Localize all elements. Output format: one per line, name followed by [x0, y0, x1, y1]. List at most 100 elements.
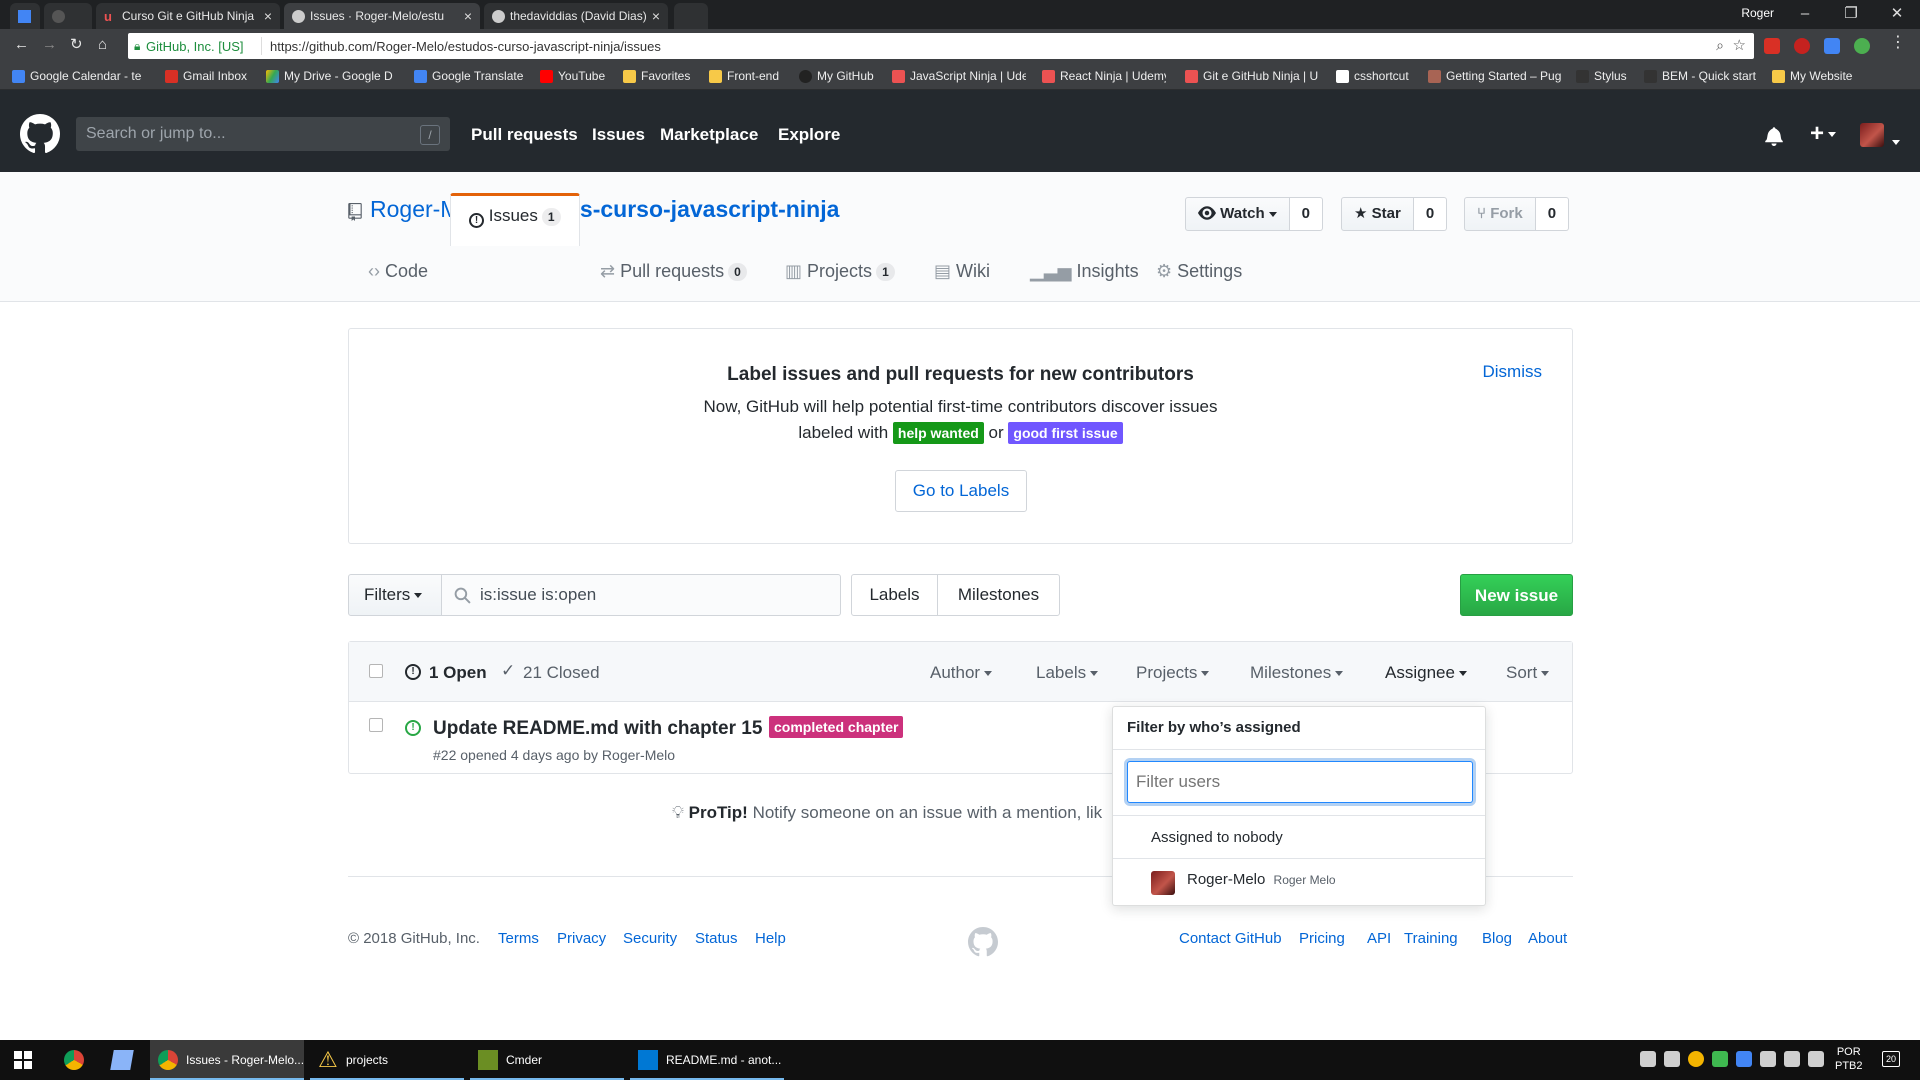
browser-tab-udemy[interactable]: u Curso Git e GitHub Ninja × — [96, 3, 280, 29]
footer-link-about[interactable]: About — [1528, 930, 1567, 947]
close-icon[interactable]: × — [652, 3, 660, 29]
forward-icon[interactable]: → — [42, 37, 57, 53]
tab-wiki[interactable]: ▤ Wiki — [934, 250, 990, 302]
extension-icon[interactable] — [1854, 38, 1870, 54]
window-close-icon[interactable]: ✕ — [1874, 2, 1920, 26]
translate-extension-icon[interactable] — [1824, 38, 1840, 54]
browser-tab-calendar[interactable] — [10, 3, 40, 29]
labels-button[interactable]: Labels — [851, 574, 938, 616]
tab-projects[interactable]: ▥ Projects 1 — [785, 250, 895, 302]
home-icon[interactable]: ⌂ — [98, 37, 107, 53]
github-logo-icon[interactable] — [20, 114, 60, 154]
gmail-extension-icon[interactable] — [1764, 38, 1780, 54]
cloud-icon[interactable] — [1640, 1051, 1656, 1067]
milestones-button[interactable]: Milestones — [937, 574, 1060, 616]
bookmark-youtube[interactable]: YouTube — [540, 69, 620, 83]
bookmark-javascript-ninja[interactable]: JavaScript Ninja | Ude — [892, 69, 1026, 83]
filter-users-input[interactable] — [1127, 761, 1473, 803]
bookmark-gmail[interactable]: Gmail Inbox — [165, 69, 255, 83]
browser-tab-thedaviddias[interactable]: thedaviddias (David Dias) × — [484, 3, 668, 29]
chrome-menu-icon[interactable]: ⋮ — [1890, 35, 1906, 51]
taskbar-app-chrome[interactable]: Issues - Roger-Melo... — [150, 1040, 304, 1080]
search-input[interactable]: Search or jump to... / — [76, 117, 450, 151]
volume-icon[interactable] — [1808, 1051, 1824, 1067]
labels-filter-dropdown[interactable]: Labels — [1036, 663, 1099, 683]
shield-icon[interactable] — [1712, 1051, 1728, 1067]
footer-link-blog[interactable]: Blog — [1482, 930, 1512, 947]
watch-count[interactable]: 0 — [1289, 197, 1323, 231]
footer-link-terms[interactable]: Terms — [498, 930, 539, 947]
go-to-labels-button[interactable]: Go to Labels — [895, 470, 1027, 512]
zoom-icon[interactable]: ⌕ — [1716, 37, 1724, 54]
action-center-icon[interactable]: 20 — [1882, 1051, 1900, 1067]
author-filter-dropdown[interactable]: Author — [930, 663, 993, 683]
chrome-icon[interactable] — [64, 1050, 84, 1070]
notifications-bell-icon[interactable] — [1765, 126, 1783, 146]
watch-button[interactable]: Watch — [1185, 197, 1290, 231]
url-text[interactable]: https://github.com/Roger-Melo/estudos-cu… — [270, 39, 661, 54]
bookmark-folder-favorites[interactable]: Favorites — [623, 69, 697, 83]
nav-marketplace[interactable]: Marketplace — [660, 125, 758, 145]
star-button[interactable]: ★ Star — [1341, 197, 1414, 231]
help-wanted-label[interactable]: help wanted — [892, 422, 984, 444]
bookmark-stylus[interactable]: Stylus — [1576, 69, 1644, 83]
assignee-option-roger-melo[interactable]: Roger-Melo Roger Melo — [1113, 859, 1485, 905]
github-mark-icon[interactable] — [968, 927, 998, 957]
footer-link-api[interactable]: API — [1367, 930, 1391, 947]
fork-button[interactable]: ⑂ Fork — [1464, 197, 1536, 231]
issue-checkbox[interactable] — [369, 718, 383, 732]
bookmark-pug[interactable]: Getting Started – Pug — [1428, 69, 1562, 83]
open-issues-count[interactable]: 1 Open — [429, 663, 487, 683]
nav-issues[interactable]: Issues — [592, 125, 645, 145]
caret-down-icon[interactable] — [1888, 134, 1900, 152]
language-indicator[interactable]: POR PTB2 — [1835, 1045, 1863, 1073]
close-icon[interactable]: × — [264, 3, 272, 29]
address-bar[interactable]: 🔒︎ GitHub, Inc. [US] https://github.com/… — [128, 33, 1754, 59]
footer-link-contact[interactable]: Contact GitHub — [1179, 930, 1282, 947]
star-count[interactable]: 0 — [1413, 197, 1448, 231]
select-all-checkbox[interactable] — [369, 664, 383, 678]
user-avatar[interactable] — [1860, 123, 1884, 147]
security-indicator[interactable]: GitHub, Inc. [US] — [146, 39, 244, 54]
tab-code[interactable]: ‹› Code — [368, 250, 428, 302]
sort-dropdown[interactable]: Sort — [1506, 663, 1550, 683]
notepad-icon[interactable] — [110, 1050, 134, 1070]
good-first-issue-label[interactable]: good first issue — [1008, 422, 1123, 444]
bookmark-git-github-ninja[interactable]: Git e GitHub Ninja | U — [1185, 69, 1319, 83]
minimize-icon[interactable]: – — [1782, 2, 1828, 26]
tab-settings[interactable]: ⚙ Settings — [1156, 250, 1242, 302]
tab-issues[interactable]: ! Issues 1 — [450, 193, 580, 246]
bookmark-star-icon[interactable]: ☆ — [1733, 36, 1746, 54]
footer-link-help[interactable]: Help — [755, 930, 786, 947]
restore-icon[interactable]: ❐ — [1828, 2, 1874, 26]
filters-dropdown-button[interactable]: Filters — [348, 574, 442, 616]
bookmark-my-github[interactable]: My GitHub — [799, 69, 879, 83]
bookmark-folder-frontend[interactable]: Front-end — [709, 69, 789, 83]
footer-link-status[interactable]: Status — [695, 930, 738, 947]
app-tray-icon[interactable] — [1688, 1051, 1704, 1067]
milestones-filter-dropdown[interactable]: Milestones — [1250, 663, 1344, 683]
reload-icon[interactable]: ↻ — [70, 37, 83, 53]
assigned-to-nobody-option[interactable]: Assigned to nobody — [1113, 815, 1485, 859]
dismiss-button[interactable]: Dismiss — [1483, 362, 1543, 382]
bookmark-google-calendar[interactable]: Google Calendar - te — [12, 69, 152, 83]
wifi-icon[interactable] — [1784, 1051, 1800, 1067]
bookmark-translate[interactable]: Google Translate — [414, 69, 532, 83]
bookmark-react-ninja[interactable]: React Ninja | Udemy — [1042, 69, 1166, 83]
footer-link-training[interactable]: Training — [1404, 930, 1458, 947]
tab-insights[interactable]: ▁▃▅ Insights — [1030, 250, 1139, 302]
browser-profile-name[interactable]: Roger — [1741, 6, 1774, 20]
tab-pull-requests[interactable]: ⇄ Pull requests 0 — [600, 250, 747, 302]
footer-link-privacy[interactable]: Privacy — [557, 930, 606, 947]
nav-explore[interactable]: Explore — [778, 125, 840, 145]
browser-tab-github[interactable] — [44, 3, 92, 29]
bookmark-my-website[interactable]: My Website — [1772, 69, 1872, 83]
create-new-dropdown[interactable]: + — [1810, 120, 1837, 148]
issue-title-link[interactable]: Update README.md with chapter 15 — [433, 718, 762, 740]
bookmark-drive[interactable]: My Drive - Google D — [266, 69, 400, 83]
fork-count[interactable]: 0 — [1535, 197, 1570, 231]
issues-search-input[interactable]: is:issue is:open — [441, 574, 841, 616]
back-icon[interactable]: ← — [14, 37, 29, 53]
network-tray-icon[interactable] — [1736, 1051, 1752, 1067]
nav-pull-requests[interactable]: Pull requests — [471, 125, 578, 145]
